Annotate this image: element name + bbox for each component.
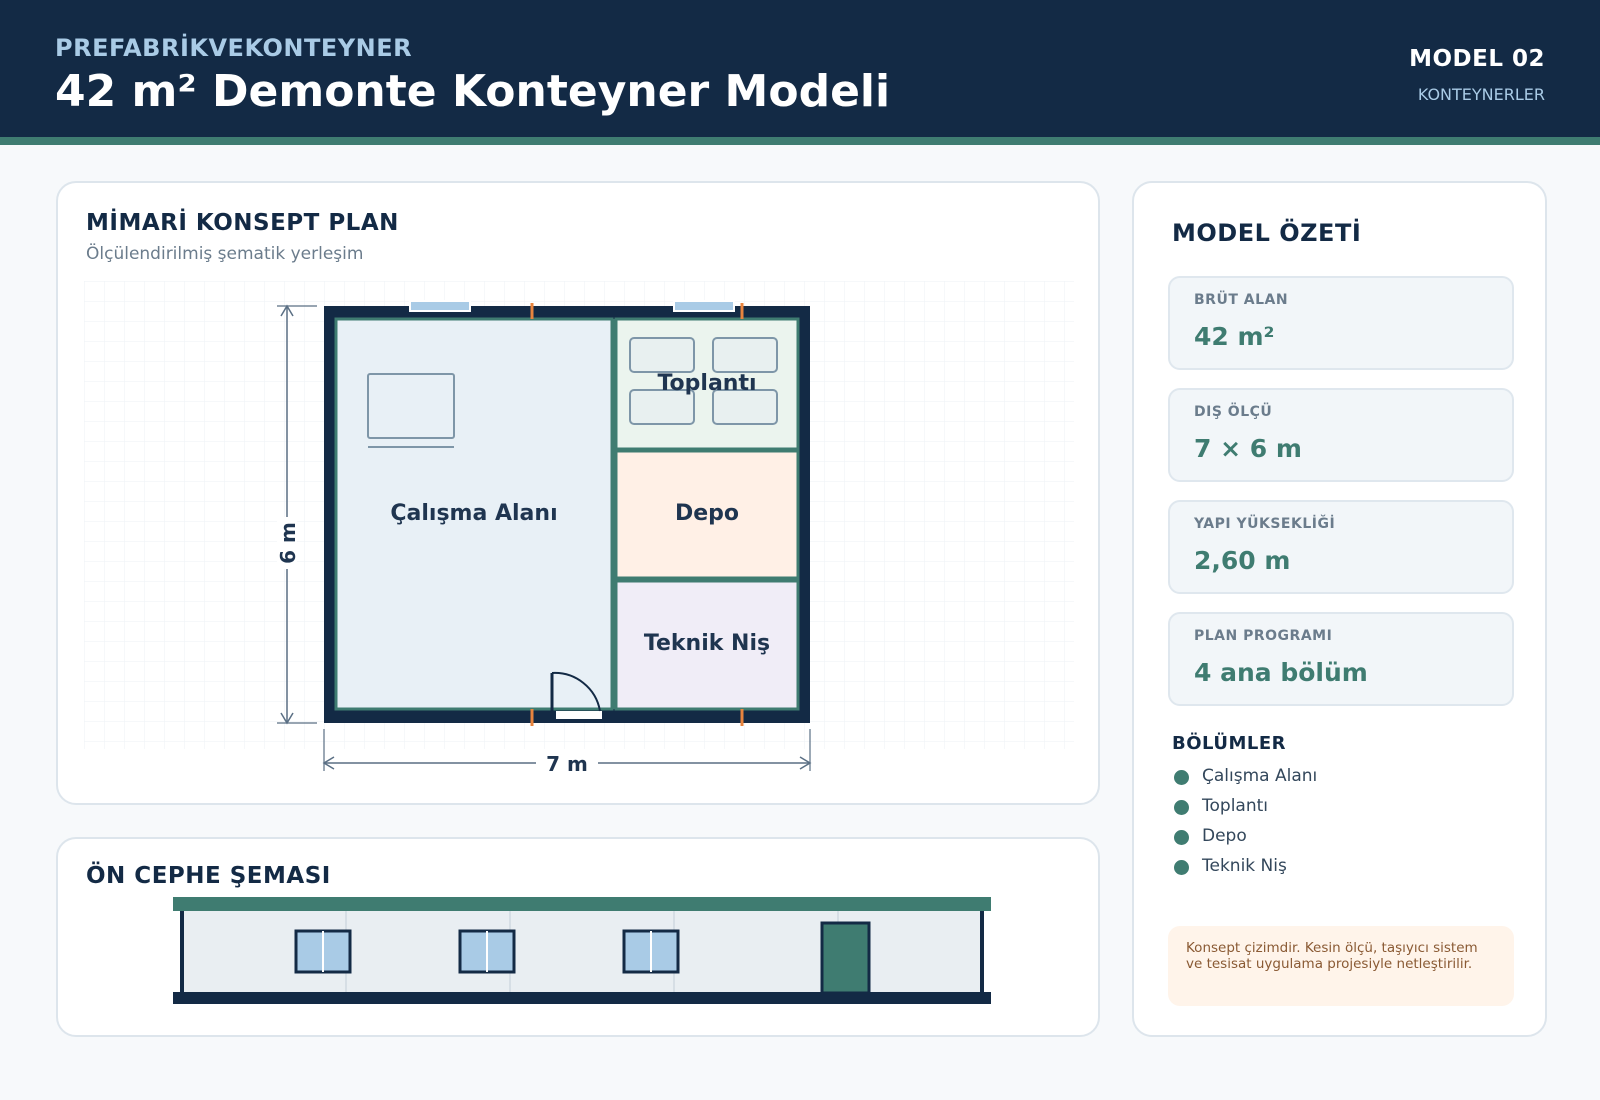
- stat-label: BRÜT ALAN: [1194, 292, 1289, 308]
- width-label: 7 m: [546, 752, 588, 776]
- sections-title: BÖLÜMLER: [1172, 733, 1287, 754]
- stat-value: 42 m²: [1194, 322, 1275, 351]
- front-elevation-title: ÖN CEPHE ŞEMASI: [86, 863, 331, 889]
- list-item: Depo: [1172, 825, 1317, 855]
- stat-label: PLAN PROGRAMI: [1194, 628, 1333, 644]
- door-opening: [556, 711, 602, 719]
- floor-plan-drawing: Çalışma Alanı Toplantı Depo Teknik Niş 6…: [84, 281, 1074, 776]
- container-roof: [173, 897, 991, 911]
- stat-plan-program: PLAN PROGRAMI 4 ana bölüm: [1168, 612, 1514, 706]
- plan-subtitle: Ölçülendirilmiş şematik yerleşim: [86, 244, 364, 264]
- room-label-storage: Depo: [675, 501, 739, 526]
- plan-card: MİMARİ KONSEPT PLAN Ölçülendirilmiş şema…: [56, 181, 1100, 805]
- stat-value: 7 × 6 m: [1194, 434, 1302, 463]
- front-elevation-card: ÖN CEPHE ŞEMASI: [56, 837, 1100, 1037]
- front-elevation-drawing: [173, 897, 991, 1004]
- stat-gross-area: BRÜT ALAN 42 m²: [1168, 276, 1514, 370]
- stat-outer-dimensions: DIŞ ÖLÇÜ 7 × 6 m: [1168, 388, 1514, 482]
- window-top-left: [409, 300, 471, 312]
- page-title: 42 m² Demonte Konteyner Modeli: [55, 66, 891, 117]
- bullet-dot-icon: [1174, 770, 1189, 785]
- room-label-work: Çalışma Alanı: [390, 501, 557, 526]
- summary-title: MODEL ÖZETİ: [1172, 219, 1362, 247]
- brand-name: PREFABRİKVEKONTEYNER: [55, 34, 413, 62]
- room-label-meeting: Toplantı: [657, 371, 756, 396]
- sections-list: Çalışma Alanı Toplantı Depo Teknik Niş: [1172, 765, 1317, 885]
- list-item: Toplantı: [1172, 795, 1317, 825]
- list-item: Teknik Niş: [1172, 855, 1317, 885]
- stat-value: 2,60 m: [1194, 546, 1291, 575]
- room-label-technical: Teknik Niş: [644, 631, 770, 656]
- summary-card: MODEL ÖZETİ BRÜT ALAN 42 m² DIŞ ÖLÇÜ 7 ×…: [1132, 181, 1547, 1037]
- stat-label: DIŞ ÖLÇÜ: [1194, 404, 1273, 420]
- front-door: [820, 921, 871, 995]
- meeting-seat: [712, 337, 778, 373]
- model-category: KONTEYNERLER: [1417, 85, 1545, 104]
- plan-title: MİMARİ KONSEPT PLAN: [86, 210, 399, 236]
- window-top-right: [673, 300, 735, 312]
- height-label: 6 m: [276, 522, 300, 564]
- stat-value: 4 ana bölüm: [1194, 658, 1368, 687]
- disclaimer-note: Konsept çizimdir. Kesin ölçü, taşıyıcı s…: [1168, 926, 1514, 1006]
- bullet-dot-icon: [1174, 800, 1189, 815]
- desk: [367, 373, 455, 439]
- bullet-dot-icon: [1174, 830, 1189, 845]
- model-code: MODEL 02: [1409, 46, 1545, 72]
- stat-building-height: YAPI YÜKSEKLİĞİ 2,60 m: [1168, 500, 1514, 594]
- meeting-seat: [629, 337, 695, 373]
- bullet-dot-icon: [1174, 860, 1189, 875]
- page-header: PREFABRİKVEKONTEYNER 42 m² Demonte Konte…: [0, 0, 1600, 145]
- list-item: Çalışma Alanı: [1172, 765, 1317, 795]
- stat-label: YAPI YÜKSEKLİĞİ: [1194, 516, 1336, 532]
